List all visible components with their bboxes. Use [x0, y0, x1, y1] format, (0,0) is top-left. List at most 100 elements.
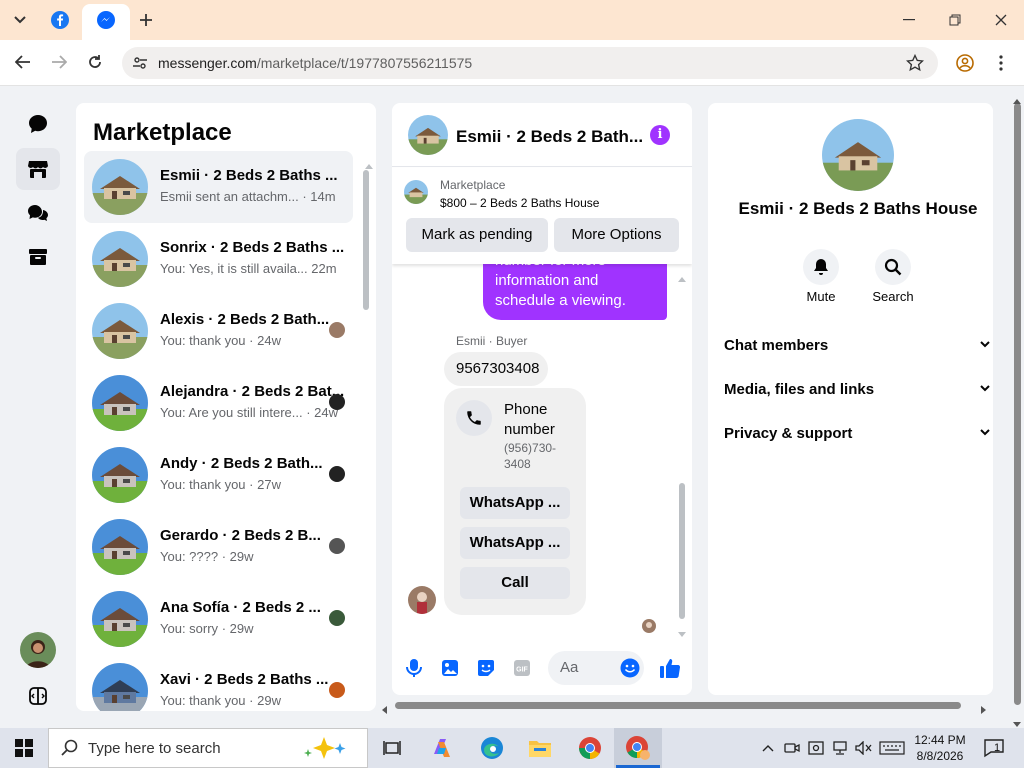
edge-browser-icon[interactable]: [478, 734, 506, 762]
page-scroll-down-icon[interactable]: [1013, 715, 1021, 727]
privacy-support-row[interactable]: Privacy & support: [724, 425, 990, 442]
maximize-icon[interactable]: [943, 8, 967, 32]
mute-bell-icon[interactable]: [803, 249, 839, 285]
mark-as-pending-button[interactable]: Mark as pending: [406, 218, 548, 252]
privacy-support-label: Privacy & support: [724, 425, 853, 442]
windows-start-icon[interactable]: [10, 734, 38, 762]
site-settings-icon[interactable]: [128, 51, 152, 75]
marketplace-nav-icon[interactable]: [16, 148, 60, 190]
conversation-name: Andy · 2 Beds 2 Bath...: [160, 455, 323, 472]
conversation-row[interactable]: Ana Sofía · 2 Beds 2 ... You: sorry · 29w: [84, 583, 353, 655]
info-name: Esmii · 2 Beds 2 Baths House: [738, 199, 978, 218]
clock[interactable]: 12:44 PM 8/8/2026: [912, 732, 968, 764]
listing-title[interactable]: $800 – 2 Beds 2 Baths House: [440, 196, 599, 210]
facebook-tab-icon[interactable]: [48, 8, 72, 32]
like-thumbs-up-icon[interactable]: [659, 657, 681, 679]
file-explorer-icon[interactable]: [526, 734, 554, 762]
list-scroll-up-icon[interactable]: [365, 156, 373, 169]
conversation-preview-text: You: thank you: [160, 477, 246, 492]
buyer-avatar[interactable]: [408, 586, 436, 614]
url-host: messenger.com: [158, 55, 257, 71]
chrome-icon[interactable]: [576, 734, 604, 762]
conversation-time: · 14m: [302, 189, 336, 204]
conversation-time: 22m: [311, 261, 337, 276]
chat-title[interactable]: Esmii · 2 Beds 2 Bath...: [456, 127, 643, 147]
mute-label[interactable]: Mute: [791, 289, 851, 304]
chrome-profile-icon[interactable]: [624, 734, 652, 762]
requests-nav-icon[interactable]: [16, 192, 60, 234]
close-window-icon[interactable]: [989, 8, 1013, 32]
conversation-preview: You: thank you · 24w: [160, 333, 281, 348]
conversation-preview-text: You: thank you: [160, 333, 246, 348]
chat-scroll-up-icon[interactable]: [678, 269, 686, 282]
conversation-avatar: [92, 303, 148, 359]
conversation-row[interactable]: Alexis · 2 Beds 2 Bath... You: thank you …: [84, 295, 353, 367]
task-view-icon[interactable]: [378, 734, 406, 762]
microphone-icon[interactable]: [403, 657, 425, 679]
conversation-row[interactable]: Esmii · 2 Beds 2 Baths ... Esmii sent an …: [84, 151, 353, 223]
forward-icon[interactable]: [47, 50, 71, 74]
search-label[interactable]: Search: [863, 289, 923, 304]
bookmark-star-icon[interactable]: [903, 51, 927, 75]
conversation-row[interactable]: Xavi · 2 Beds 2 Baths ... You: thank you …: [84, 655, 353, 711]
minimize-icon[interactable]: [897, 8, 921, 32]
conversation-row[interactable]: Andy · 2 Beds 2 Bath... You: thank you · …: [84, 439, 353, 511]
archive-nav-icon[interactable]: [16, 236, 60, 278]
search-icon[interactable]: [875, 249, 911, 285]
incoming-number-message[interactable]: 9567303408: [444, 352, 548, 386]
read-receipt-avatar: [329, 538, 345, 554]
browser-menu-icon[interactable]: [989, 51, 1013, 75]
list-scrollbar[interactable]: [363, 170, 369, 310]
conversation-name: Sonrix · 2 Beds 2 Baths ...: [160, 239, 345, 256]
conversation-row[interactable]: Gerardo · 2 Beds 2 B... You: ???? · 29w: [84, 511, 353, 583]
more-options-button[interactable]: More Options: [554, 218, 679, 252]
chevron-down-icon: [980, 425, 990, 439]
conversation-preview-text: You: sorry: [160, 621, 219, 636]
url-path: /marketplace/t/1977807556211575: [256, 55, 473, 71]
read-receipt-avatar: [329, 394, 345, 410]
page-vertical-scrollbar[interactable]: [1014, 103, 1021, 705]
photo-icon[interactable]: [439, 657, 461, 679]
chat-members-row[interactable]: Chat members: [724, 337, 990, 354]
chat-scroll-down-icon[interactable]: [678, 625, 686, 637]
conversation-preview: You: Are you still intere... · 24w: [160, 405, 338, 420]
conversation-row[interactable]: Alejandra · 2 Beds 2 Bat... You: Are you …: [84, 367, 353, 439]
profile-icon[interactable]: [953, 51, 977, 75]
chat-scrollbar[interactable]: [679, 483, 685, 619]
whatsapp-button-1[interactable]: WhatsApp ...: [460, 487, 570, 519]
list-title: Marketplace: [93, 119, 232, 146]
media-files-links-row[interactable]: Media, files and links: [724, 381, 990, 398]
conversation-row[interactable]: Sonrix · 2 Beds 2 Baths ... You: Yes, it …: [84, 223, 353, 295]
chats-nav-icon[interactable]: [16, 103, 60, 145]
reload-icon[interactable]: [83, 50, 107, 74]
page-horizontal-scrollbar[interactable]: [395, 702, 961, 709]
conversation-avatar: [92, 591, 148, 647]
conversation-info-icon[interactable]: i: [650, 125, 670, 145]
call-button[interactable]: Call: [460, 567, 570, 599]
page-scroll-left-icon[interactable]: [381, 701, 387, 714]
emoji-icon[interactable]: [619, 657, 641, 679]
conversation-name: Alejandra · 2 Beds 2 Bat...: [160, 383, 345, 400]
copilot-app-icon[interactable]: [428, 734, 456, 762]
conversation-preview-text: You: thank you: [160, 693, 246, 708]
phone-card-title: Phone number: [504, 401, 555, 438]
info-avatar[interactable]: [822, 119, 894, 191]
keyboard-icon[interactable]: [876, 734, 908, 762]
tab-search-chevron-icon[interactable]: [8, 8, 32, 32]
listing-thumbnail[interactable]: [404, 180, 428, 204]
conversation-avatar: [92, 231, 148, 287]
page-scroll-right-icon[interactable]: [981, 701, 987, 714]
sticker-icon[interactable]: [475, 657, 497, 679]
volume-muted-icon[interactable]: [850, 734, 878, 762]
url-text[interactable]: messenger.com/marketplace/t/197780755621…: [158, 55, 472, 71]
whatsapp-button-2[interactable]: WhatsApp ...: [460, 527, 570, 559]
user-avatar[interactable]: [20, 632, 56, 668]
back-icon[interactable]: [11, 50, 35, 74]
sender-label: Esmii · Buyer: [456, 334, 528, 348]
gif-icon[interactable]: GIF: [511, 657, 533, 679]
toggle-sidebar-icon[interactable]: [16, 675, 60, 717]
new-tab-plus-icon[interactable]: [134, 8, 158, 32]
chat-avatar[interactable]: [408, 115, 448, 155]
conversation-preview-text: Esmii sent an attachm...: [160, 189, 299, 204]
page-scroll-up-icon[interactable]: [1013, 91, 1021, 104]
